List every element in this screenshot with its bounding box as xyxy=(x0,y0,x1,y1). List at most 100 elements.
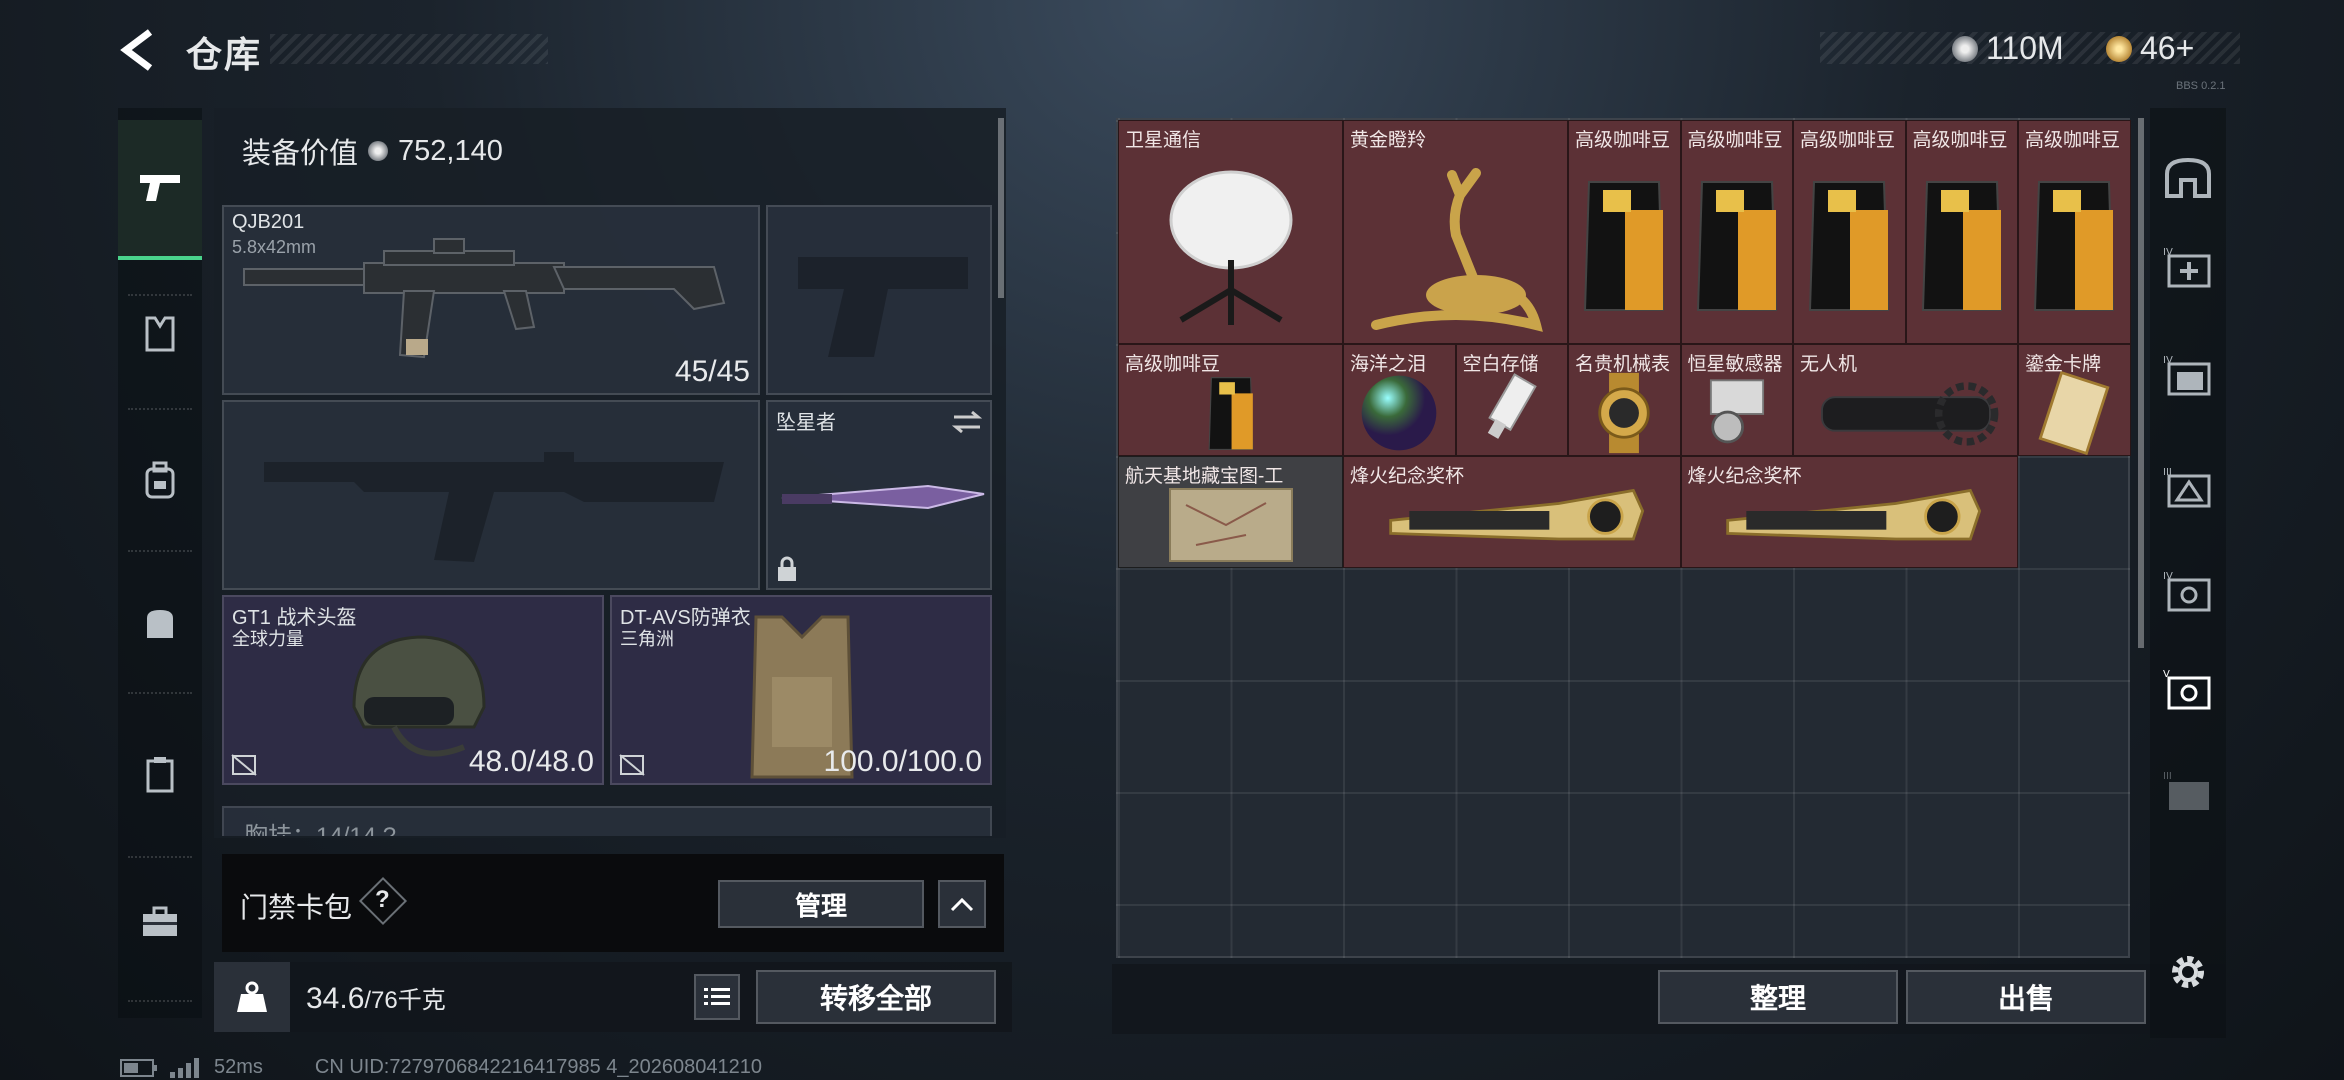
stash-grid[interactable]: 卫星通信 黄金瞪羚 高级咖啡豆 高级咖啡豆 高级咖啡豆 高级咖啡豆 高级咖啡豆 高级咖啡豆 海洋… xyxy=(1116,118,2131,958)
pistol-icon xyxy=(140,175,180,201)
stash-item[interactable]: 烽火纪念奖杯 xyxy=(1680,456,2018,568)
stash-item[interactable]: 烽火纪念奖杯 xyxy=(1343,456,1681,568)
sidebar-weapons-tab[interactable] xyxy=(118,120,202,260)
stash-item-name: 名贵机械表 xyxy=(1575,354,1671,375)
case-icon xyxy=(146,757,174,793)
weight-readout: 34.6/76千克 xyxy=(306,980,446,1016)
stash-item[interactable]: 恒星敏感器 xyxy=(1680,344,1793,456)
melee-name: 坠星者 xyxy=(776,412,836,434)
stash-item[interactable]: 名贵机械表 xyxy=(1568,344,1681,456)
trophy-icon xyxy=(1344,483,1680,567)
coffee-bag-icon xyxy=(1569,147,1680,343)
helmet-sub: 全球力量 xyxy=(232,629,304,649)
container-tab-4[interactable]: IV xyxy=(2150,552,2226,632)
keycard-collapse-button[interactable] xyxy=(938,880,986,928)
container-tab-5-active[interactable]: V xyxy=(2150,650,2226,730)
keycard-manage-button[interactable]: 管理 xyxy=(718,880,924,928)
stash-item[interactable]: 航天基地藏宝图-工 xyxy=(1118,456,1343,568)
armor-durability: 100.0/100.0 xyxy=(823,745,982,778)
sidebar-toolbox-tab[interactable] xyxy=(118,886,202,958)
list-icon xyxy=(704,988,730,1005)
status-footer: 52ms CN UID:7279706842216417985 4_202608… xyxy=(120,1056,762,1079)
equipment-value-label: 装备价值 xyxy=(242,138,359,170)
uid-text: CN UID:7279706842216417985 4_20260804121… xyxy=(314,1056,762,1078)
stash-item[interactable]: 高级咖啡豆 xyxy=(1905,120,2018,344)
vest-icon xyxy=(145,316,175,352)
no-insure-icon xyxy=(231,754,257,776)
treasure-map-icon xyxy=(1119,483,1342,567)
secondary-weapon-slot[interactable] xyxy=(222,400,760,590)
stash-item[interactable]: 高级咖啡豆 xyxy=(1118,344,1343,456)
gear-case-icon: IV xyxy=(2163,571,2211,612)
silver-coin-icon xyxy=(368,141,389,161)
container-tab-1[interactable]: IV xyxy=(2150,228,2226,308)
chest-rig-row[interactable]: 胸挂：14/14 ? xyxy=(222,806,992,836)
helmet-slot[interactable]: GT1 战术头盔 全球力量 48.0/48.0 xyxy=(222,595,604,785)
sidebar-backpack-tab[interactable] xyxy=(118,444,202,516)
sidearm-slot[interactable] xyxy=(766,205,992,395)
container-tab-6[interactable]: III xyxy=(2150,752,2226,832)
stash-item-name: 无人机 xyxy=(1800,354,1858,375)
stash-item-name: 烽火纪念奖杯 xyxy=(1350,466,1465,487)
sidebar-case-tab[interactable] xyxy=(118,738,202,810)
sidebar-divider xyxy=(128,408,192,410)
list-view-button[interactable] xyxy=(694,974,740,1020)
stash-item[interactable]: 黄金瞪羚 xyxy=(1343,120,1568,344)
back-button[interactable] xyxy=(116,26,166,74)
stash-item[interactable]: 卫星通信 xyxy=(1118,120,1343,344)
stash-item[interactable]: 高级咖啡豆 xyxy=(2018,120,2131,344)
stash-item[interactable]: 空白存储 xyxy=(1455,344,1568,456)
container-tab-2[interactable]: IV xyxy=(2150,336,2226,416)
svg-text:V: V xyxy=(2163,669,2170,680)
ammo-case-icon: III xyxy=(2163,467,2211,508)
equipment-scrollbar[interactable] xyxy=(998,118,1004,298)
primary-weapon-slot[interactable]: QJB201 5.8x42mm 45/45 xyxy=(222,205,760,395)
stash-item-name: 恒星敏感器 xyxy=(1687,354,1783,375)
stash-item-name: 高级咖啡豆 xyxy=(1125,354,1221,375)
lock-icon xyxy=(778,556,796,581)
container-tab-3[interactable]: III xyxy=(2150,448,2226,528)
melee-slot[interactable]: 坠星者 xyxy=(766,400,992,590)
stash-item-name: 高级咖啡豆 xyxy=(2025,130,2121,151)
sidebar-bag-tab[interactable] xyxy=(118,586,202,658)
stash-item-name: 高级咖啡豆 xyxy=(1800,130,1896,151)
stash-item-name: 烽火纪念奖杯 xyxy=(1687,466,1802,487)
stash-item[interactable]: 高级咖啡豆 xyxy=(1568,120,1681,344)
settings-button[interactable] xyxy=(2150,932,2226,1012)
stash-item[interactable]: 高级咖啡豆 xyxy=(1793,120,1906,344)
currency1-value: 110M xyxy=(1986,30,2064,66)
stash-item-name: 高级咖啡豆 xyxy=(1575,130,1671,151)
stash-item[interactable]: 高级咖啡豆 xyxy=(1680,120,1793,344)
swap-icon[interactable] xyxy=(952,410,982,434)
trophy-icon xyxy=(1682,483,2018,567)
currency2-value: 46+ xyxy=(2140,30,2195,66)
svg-text:IV: IV xyxy=(2163,355,2173,366)
chest-rig-label: 胸挂：14/14 ? xyxy=(244,816,396,836)
toolbox-icon xyxy=(143,906,177,936)
stash-item[interactable]: 无人机 xyxy=(1793,344,2018,456)
med-case-icon: IV xyxy=(2163,247,2211,288)
valuables-case-icon: V xyxy=(2163,669,2211,710)
sort-button[interactable]: 整理 xyxy=(1658,970,1898,1024)
sell-button[interactable]: 出售 xyxy=(1906,970,2146,1024)
watch-icon xyxy=(1569,371,1680,455)
sensor-icon xyxy=(1682,371,1793,455)
weight-icon-box xyxy=(214,962,290,1032)
backpack-icon xyxy=(145,461,175,499)
knife-image xyxy=(781,484,985,510)
stash-item-name: 海洋之泪 xyxy=(1350,354,1427,375)
sidebar-armor-tab[interactable] xyxy=(118,298,202,370)
currency2-group[interactable]: 46+ xyxy=(2106,30,2194,67)
keycard-help-icon: ? xyxy=(375,886,390,913)
svg-text:IV: IV xyxy=(2163,247,2173,258)
stash-tab[interactable] xyxy=(2150,138,2226,218)
svg-text:III: III xyxy=(2163,771,2172,782)
battery-icon xyxy=(120,1058,157,1077)
armor-slot[interactable]: DT-AVS防弹衣 三角洲 100.0/100.0 xyxy=(610,595,992,785)
stash-scrollbar[interactable] xyxy=(2138,118,2144,648)
stash-item[interactable]: 鎏金卡牌 xyxy=(2018,344,2131,456)
weight-icon xyxy=(237,981,267,1012)
back-arrow-icon xyxy=(120,29,153,71)
transfer-all-button[interactable]: 转移全部 xyxy=(756,970,996,1024)
stash-item[interactable]: 海洋之泪 xyxy=(1343,344,1456,456)
